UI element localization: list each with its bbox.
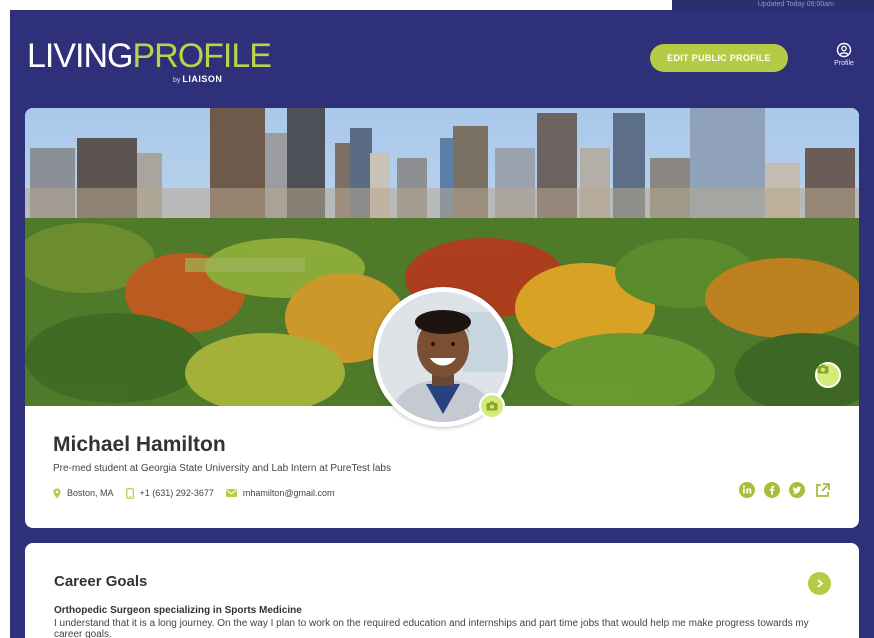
- logo-by-text: by: [173, 77, 181, 84]
- email-text: mhamilton@gmail.com: [242, 488, 335, 498]
- career-goals-title: Career Goals: [54, 573, 148, 590]
- updated-status: Updated Today 09:00am: [672, 0, 874, 10]
- living-profile-logo[interactable]: LIVINGPROFILE by LIAISON: [27, 36, 272, 84]
- change-cover-photo-button[interactable]: [815, 362, 841, 388]
- profile-label: Profile: [834, 60, 854, 67]
- twitter-icon: [789, 482, 805, 498]
- profile-card: Michael Hamilton Pre-med student at Geor…: [25, 108, 859, 528]
- twitter-link[interactable]: [788, 481, 806, 499]
- logo-profile-text: PROFILE: [132, 37, 271, 75]
- logo-living-text: LIVING: [27, 37, 133, 75]
- logo-brand-text: LIAISON: [182, 74, 223, 84]
- external-link-icon: [815, 482, 830, 497]
- logo-byline: by LIAISON: [173, 74, 222, 84]
- career-goal-description: I understand that it is a long journey. …: [54, 618, 809, 638]
- career-goals-expand-button[interactable]: [808, 572, 831, 595]
- contact-info: Boston, MA +1 (631) 292-3677 mhamilton@g…: [53, 486, 347, 500]
- career-goals-card: Career Goals Orthopedic Surgeon speciali…: [25, 543, 859, 638]
- phone-text: +1 (631) 292-3677: [139, 488, 214, 498]
- user-circle-icon: [836, 42, 852, 58]
- facebook-link[interactable]: [763, 481, 781, 499]
- app-frame: LIVINGPROFILE by LIAISON EDIT PUBLIC PRO…: [10, 10, 874, 638]
- location-pin-icon: [53, 488, 61, 498]
- linkedin-link[interactable]: [738, 481, 756, 499]
- career-goal-heading: Orthopedic Surgeon specializing in Sport…: [54, 605, 302, 616]
- camera-icon: [486, 401, 498, 411]
- phone-icon: [125, 487, 134, 499]
- chevron-right-icon: [816, 579, 823, 588]
- social-links: [731, 479, 831, 501]
- change-avatar-button[interactable]: [479, 393, 505, 419]
- facebook-icon: [764, 482, 780, 498]
- phone: +1 (631) 292-3677: [125, 487, 214, 499]
- header: LIVINGPROFILE by LIAISON EDIT PUBLIC PRO…: [10, 10, 874, 106]
- email[interactable]: mhamilton@gmail.com: [225, 488, 335, 498]
- camera-icon: [817, 364, 829, 374]
- email-icon: [225, 489, 237, 497]
- profile-headline: Pre-med student at Georgia State Univers…: [53, 463, 391, 474]
- profile-name: Michael Hamilton: [53, 433, 226, 456]
- linkedin-icon: [739, 482, 755, 498]
- profile-menu-button[interactable]: Profile: [828, 42, 860, 76]
- location-text: Boston, MA: [67, 488, 114, 498]
- external-link[interactable]: [813, 481, 831, 499]
- edit-public-profile-button[interactable]: EDIT PUBLIC PROFILE: [650, 44, 788, 72]
- location: Boston, MA: [53, 488, 114, 499]
